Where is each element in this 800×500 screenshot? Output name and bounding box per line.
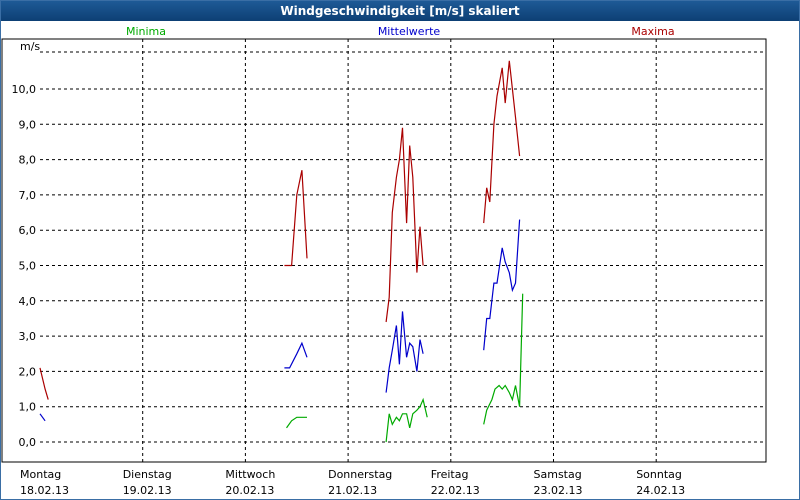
series-line-maxima [284,170,308,267]
y-tick-label: 5,0 [19,260,37,273]
x-tick-date: 18.02.13 [20,484,69,497]
x-tick-date: 23.02.13 [534,484,583,497]
y-tick-label: 10,0 [12,83,37,96]
series-line-minima [483,293,524,425]
x-tick-date: 21.02.13 [328,484,377,497]
x-tick-date: 20.02.13 [225,484,274,497]
y-tick-label: 9,0 [19,118,37,131]
series-line-minima [286,416,307,429]
y-tick-label: 0,0 [19,436,37,449]
x-tick-day: Donnerstag [328,468,392,481]
x-tick-date: 24.02.13 [636,484,685,497]
series-line-mittelwerte [483,219,521,351]
series-line-minima [385,397,428,443]
x-tick-day: Samstag [534,468,582,481]
series-line-mittelwerte [39,413,46,422]
y-tick-label: 7,0 [19,189,37,202]
grid-lines [40,39,766,462]
wind-speed-chart: 0,0 1,0 2,0 3,0 4,0 5,0 6,0 7,0 8,0 9,0 10,0 Monta… [1,25,767,497]
legend-entry: Maxima [631,25,674,38]
legend-entry: Minima [126,25,166,38]
y-tick-label: 8,0 [19,154,37,167]
series-lines [39,60,524,443]
y-tick-label: 2,0 [19,365,37,378]
legend-entry: Mittelwerte [378,25,441,38]
x-tick-date: 22.02.13 [431,484,480,497]
x-tick-day: Mittwoch [225,468,275,481]
y-tick-label: 4,0 [19,295,37,308]
series-line-mittelwerte [284,341,308,369]
series-line-maxima [483,60,521,224]
y-tick-label: 1,0 [19,401,37,414]
x-tick-date: 19.02.13 [123,484,172,497]
series-line-mittelwerte [385,311,424,393]
legend: Minima Mittelwerte Maxima [126,25,675,38]
series-line-maxima [385,127,424,323]
y-tick-label: 3,0 [19,330,37,343]
y-tick-label: 6,0 [19,224,37,237]
plot-frame [1,38,767,463]
y-axis-label: m/s [20,40,40,53]
x-axis-ticks: Montag 18.02.13 Dienstag 19.02.13 Mittwoch 20… [20,468,685,497]
x-tick-day: Sonntag [636,468,682,481]
x-tick-day: Freitag [431,468,469,481]
x-tick-day: Montag [20,468,61,481]
series-line-maxima [39,367,49,400]
y-axis-ticks: 0,0 1,0 2,0 3,0 4,0 5,0 6,0 7,0 8,0 9,0 10,0 [12,83,37,449]
x-tick-day: Dienstag [123,468,172,481]
